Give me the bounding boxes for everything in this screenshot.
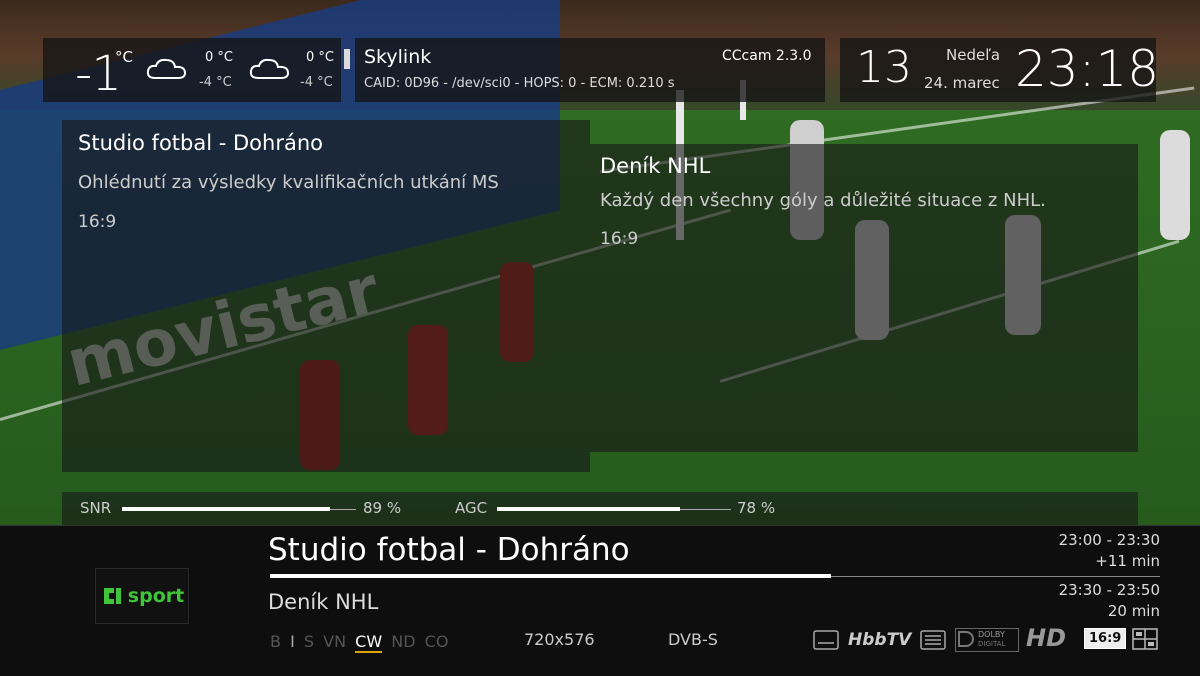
next-program-title: Deník NHL xyxy=(600,154,711,178)
tuner-system: DVB-S xyxy=(668,630,718,649)
teletext-icon xyxy=(920,630,946,650)
hd-icon: HD xyxy=(1026,624,1067,652)
ca-flag: B xyxy=(270,632,281,651)
ct-logo-icon xyxy=(103,588,121,604)
current-program-description: Ohlédnutí za výsledky kvalifikačních utk… xyxy=(78,172,499,193)
ca-flag: CO xyxy=(424,632,449,651)
snr-label: SNR xyxy=(80,499,112,517)
channel-number: 13 xyxy=(856,42,912,93)
clock-time: 23:18 xyxy=(1015,40,1160,98)
temperature-unit: °C xyxy=(115,48,133,66)
program-progress-bar xyxy=(270,574,831,578)
aspect-ratio-icon: 16:9 xyxy=(1084,628,1127,649)
next-duration: 20 min xyxy=(1107,602,1160,620)
ca-flag: I xyxy=(290,632,295,651)
dolby-double-d-icon xyxy=(958,631,974,647)
hbbtv-icon: HbbTV xyxy=(848,630,912,650)
ca-flag: S xyxy=(303,632,315,651)
snr-bar xyxy=(122,507,330,511)
today-high-temp: 0 °C xyxy=(205,50,233,65)
tomorrow-high-temp: 0 °C xyxy=(306,50,334,65)
next-time-range: 23:30 - 23:50 xyxy=(1058,581,1160,599)
dolby-label: DOLBY xyxy=(978,630,1005,639)
subtitle-icon xyxy=(813,630,839,650)
player-figure xyxy=(1160,130,1190,240)
tomorrow-low-temp: -4 °C xyxy=(300,75,333,90)
today-low-temp: -4 °C xyxy=(199,75,232,90)
ca-flag: ND xyxy=(391,632,416,651)
current-temperature: -1 xyxy=(75,46,122,102)
current-program-aspect: 16:9 xyxy=(78,212,117,232)
day-name: Nedeľa xyxy=(946,46,1001,64)
snr-value: 89 % xyxy=(363,499,402,517)
now-time-range: 23:00 - 23:30 xyxy=(1058,531,1160,549)
next-program-aspect: 16:9 xyxy=(600,229,639,249)
now-remaining: +11 min xyxy=(1095,552,1160,570)
next-program-title-bar: Deník NHL xyxy=(268,590,379,614)
agc-bar xyxy=(497,507,680,511)
network-icon xyxy=(1132,628,1158,650)
video-resolution: 720x576 xyxy=(524,630,595,649)
date: 24. marec xyxy=(924,74,1000,92)
ca-flag-active: CW xyxy=(355,632,383,653)
provider-icon xyxy=(344,49,350,69)
ca-flag: VN xyxy=(323,632,347,651)
channel-logo: sport xyxy=(95,568,189,624)
ca-flags: B I S VN CW ND CO xyxy=(270,632,452,653)
dolby-icon: DOLBY DIGITAL xyxy=(955,628,1019,652)
provider-name: Skylink xyxy=(364,46,432,68)
current-program-title: Studio fotbal - Dohráno xyxy=(78,131,323,155)
softcam-name: CCcam 2.3.0 xyxy=(722,48,812,64)
agc-value: 78 % xyxy=(737,499,776,517)
agc-label: AGC xyxy=(455,499,488,517)
ecm-details: CAID: 0D96 - /dev/sci0 - HOPS: 0 - ECM: … xyxy=(364,76,675,91)
dolby-digital-label: DIGITAL xyxy=(978,640,1006,648)
cloud-icon xyxy=(249,58,290,79)
channel-logo-text: sport xyxy=(127,585,185,607)
next-program-description: Každý den všechny góly a důležité situac… xyxy=(600,190,1046,211)
cloud-icon xyxy=(146,58,187,79)
now-program-title: Studio fotbal - Dohráno xyxy=(268,532,630,568)
